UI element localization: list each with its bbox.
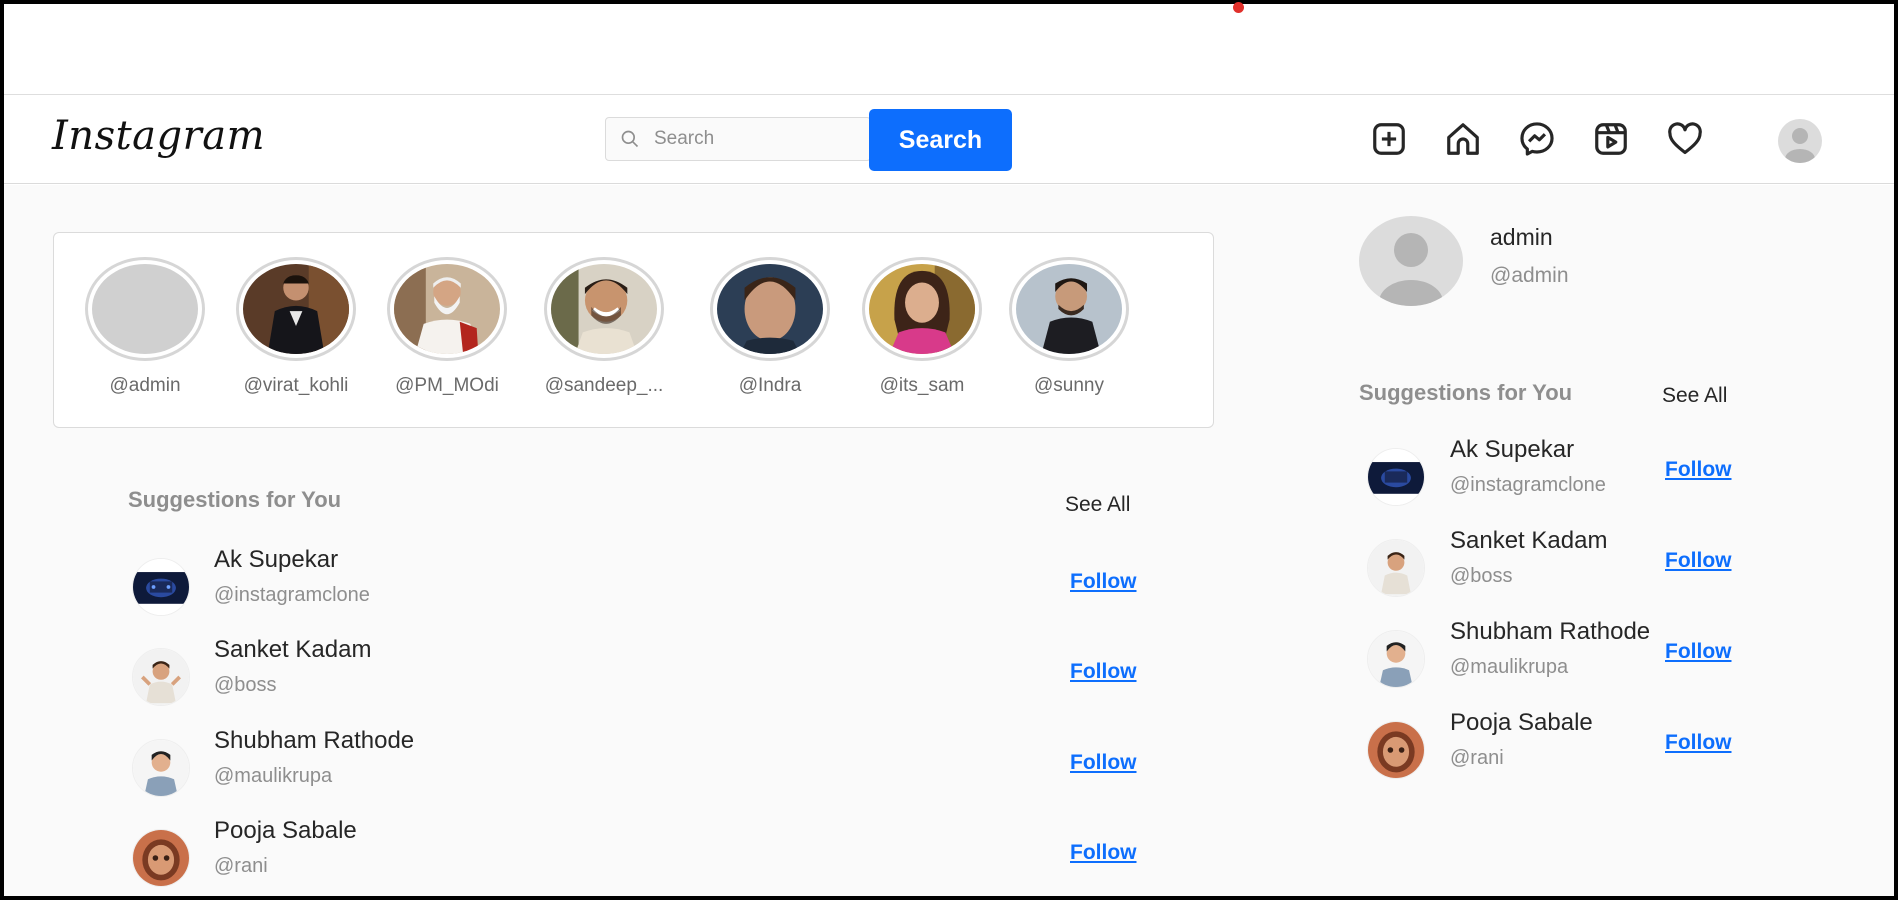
suggestion-avatar[interactable] [132,558,190,616]
suggestion-name[interactable]: Sanket Kadam [1450,527,1607,555]
see-all-link[interactable]: See All [1065,493,1130,517]
story-avatar [92,264,198,354]
suggestion-name[interactable]: Shubham Rathode [1450,618,1650,646]
story-username: @sandeep_... [544,375,664,396]
current-user-profile: admin @admin [1359,216,1859,326]
see-all-link[interactable]: See All [1662,384,1727,408]
follow-button[interactable]: Follow [1665,640,1732,664]
story-username: @its_sam [879,375,965,396]
follow-button[interactable]: Follow [1665,731,1732,755]
story-ring [387,257,507,361]
suggestion-row: Pooja Sabale @rani Follow [128,817,1148,900]
profile-avatar[interactable] [1359,216,1463,306]
suggestion-name[interactable]: Ak Supekar [1450,436,1574,464]
search-input[interactable] [654,128,834,150]
navbar: Instagram Search [4,95,1894,184]
suggestion-avatar[interactable] [132,648,190,706]
suggestion-name[interactable]: Pooja Sabale [1450,709,1593,737]
suggestion-handle: @maulikrupa [214,765,333,787]
suggestion-handle: @boss [1450,565,1513,587]
suggestions-title: Suggestions for You [128,487,342,512]
story-ring [710,257,830,361]
story-pm-modi[interactable]: @PM_MOdi [387,257,507,397]
suggestion-row: Sanket Kadam @boss Follow [128,636,1148,726]
suggestion-avatar[interactable] [1367,630,1425,688]
browser-top-area [4,4,1894,95]
suggestion-avatar[interactable] [132,829,190,887]
story-ring [236,257,356,361]
suggestion-row: Pooja Sabale @rani Follow [1359,709,1759,799]
user-silhouette-icon [1785,128,1815,163]
story-sandeep[interactable]: @sandeep_... [544,257,664,397]
suggestion-name[interactable]: Shubham Rathode [214,727,414,755]
search-field[interactable] [605,117,871,161]
profile-name[interactable]: admin [1490,224,1553,251]
story-virat-kohli[interactable]: @virat_kohli [236,257,356,397]
story-ring [85,257,205,361]
suggestion-avatar[interactable] [1367,539,1425,597]
instagram-logo[interactable]: Instagram [52,113,265,159]
story-username: @Indra [738,375,802,396]
suggestion-row: Sanket Kadam @boss Follow [1359,527,1759,617]
home-icon[interactable] [1443,119,1483,159]
follow-button[interactable]: Follow [1070,841,1137,865]
suggestion-row: Ak Supekar @instagramclone Follow [1359,436,1759,526]
add-post-icon[interactable] [1369,119,1409,159]
story-avatar [869,264,975,354]
story-avatar [717,264,823,354]
follow-button[interactable]: Follow [1070,660,1137,684]
suggestion-name[interactable]: Sanket Kadam [214,636,371,664]
suggestion-handle: @rani [1450,747,1504,769]
story-avatar [551,264,657,354]
story-ring [1009,257,1129,361]
story-avatar [1016,264,1122,354]
suggestion-name[interactable]: Pooja Sabale [214,817,357,845]
search-icon [621,130,639,148]
notification-dot [1233,2,1244,13]
feed-area: @admin @virat_kohli @PM_MOdi @sandeep_..… [4,185,1894,896]
suggestion-avatar[interactable] [1367,721,1425,779]
story-avatar [394,264,500,354]
story-username: @virat_kohli [243,375,349,396]
story-indra[interactable]: @Indra [710,257,830,397]
story-sunny[interactable]: @sunny [1009,257,1129,397]
profile-handle: @admin [1490,264,1569,287]
suggestion-row: Ak Supekar @instagramclone Follow [128,546,1148,636]
suggestion-handle: @maulikrupa [1450,656,1569,678]
follow-button[interactable]: Follow [1665,549,1732,573]
follow-button[interactable]: Follow [1665,458,1732,482]
suggestion-avatar[interactable] [1367,448,1425,506]
story-username: @sunny [1034,375,1104,396]
suggestion-handle: @rani [214,855,268,877]
story-username: @admin [109,375,181,396]
reels-icon[interactable] [1591,119,1631,159]
heart-icon[interactable] [1665,119,1705,159]
suggestions-title: Suggestions for You [1359,380,1573,405]
suggestions-header: Suggestions for You See All [128,483,1148,523]
messenger-icon[interactable] [1517,119,1557,159]
profile-avatar-button[interactable] [1778,119,1822,163]
stories-bar: @admin @virat_kohli @PM_MOdi @sandeep_..… [53,232,1214,428]
story-avatar [243,264,349,354]
story-username: @PM_MOdi [395,375,499,396]
suggestion-handle: @instagramclone [214,584,370,606]
story-ring [862,257,982,361]
search-button[interactable]: Search [869,109,1012,171]
suggestion-avatar[interactable] [132,739,190,797]
follow-button[interactable]: Follow [1070,570,1137,594]
suggestion-row: Shubham Rathode @maulikrupa Follow [1359,618,1759,708]
suggestion-name[interactable]: Ak Supekar [214,546,338,574]
suggestion-handle: @boss [214,674,277,696]
suggestion-handle: @instagramclone [1450,474,1606,496]
suggestion-row: Shubham Rathode @maulikrupa Follow [128,727,1148,817]
user-silhouette-icon [1379,233,1443,306]
story-admin[interactable]: @admin [85,257,205,397]
story-its-sam[interactable]: @its_sam [862,257,982,397]
story-ring [544,257,664,361]
main-suggestions: Suggestions for You See All Ak Supekar @… [128,483,1148,887]
follow-button[interactable]: Follow [1070,751,1137,775]
